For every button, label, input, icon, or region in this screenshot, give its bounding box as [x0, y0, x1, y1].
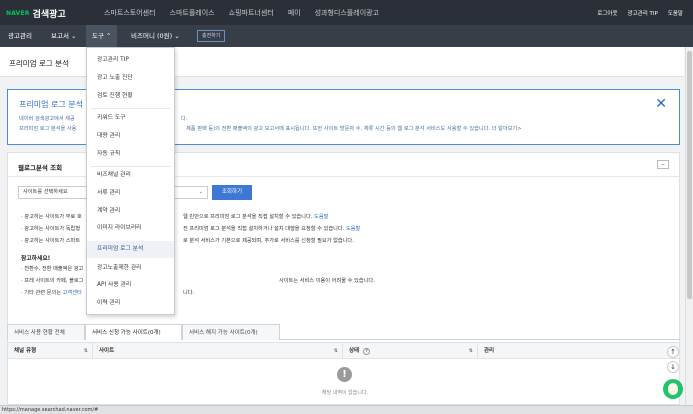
collapse-icon[interactable]: –: [657, 160, 669, 169]
guide-text-rest: 웹 빈만으로 프리미엄 로그 분석을 직접 설치할 수 있습니다. 도움말: [183, 213, 328, 220]
tab-all-usage[interactable]: 서비스 사용 현황 전체: [7, 324, 85, 340]
caution-text-b: 사이트는 서비스 이용이 어려울 수 있습니다.: [279, 278, 375, 284]
charge-button[interactable]: 충전하기: [197, 30, 226, 42]
page-title: 프리미엄 로그 분석: [9, 59, 69, 68]
service-tabs: 서비스 사용 현황 전체 서비스 신청 가능 사이트(0개) 서비스 해지 가능…: [7, 324, 680, 340]
chatbot-button[interactable]: [663, 379, 683, 399]
th-channel-type[interactable]: 채널 유형 ⇅: [8, 343, 93, 359]
site-select-value: 사이트를 선택하세요: [23, 189, 68, 195]
ad-tip-link[interactable]: 광고관리 TIP: [628, 9, 658, 17]
sort-icon[interactable]: ⇅: [84, 343, 88, 359]
menu-item-exposure-limit[interactable]: 광고노출제한 관리: [87, 260, 174, 277]
th-status[interactable]: 상태 ? ⇅: [343, 343, 478, 359]
top-right-links: 로그아웃 광고관리 TIP 도움말: [597, 9, 683, 17]
th-label: 상태: [349, 348, 360, 354]
top-nav: 스마트스토어센터 스마트플레이스 쇼핑파트너센터 페이 성과형디스플레이광고: [104, 8, 379, 18]
empty-message: 해당 내역이 없습니다.: [322, 390, 369, 396]
scrollbar-thumb[interactable]: [687, 51, 692, 299]
caution-line-3: · 기타 관련 문의는 고객센터 니다.: [21, 289, 194, 296]
topnav-shopping-partner[interactable]: 쇼핑파트너센터: [229, 8, 274, 18]
scroll-up-button[interactable]: ↑: [667, 346, 679, 358]
chatbot-avatar-icon: [668, 383, 678, 395]
th-label: 채널 유형: [14, 348, 37, 354]
notice-line-1: 네이버 검색광고에서 제공: [19, 116, 75, 122]
menu-item-api[interactable]: API 사용 관리: [87, 277, 174, 294]
nav-tools[interactable]: 도구 ⌃: [86, 25, 118, 47]
help-icon[interactable]: ?: [363, 348, 371, 355]
guide-text-rest: 전 프리미엄 로그 분석을 직접 설치하거나 설치 대행을 요청할 수 있습니다…: [183, 225, 360, 232]
chevron-down-icon: ⌄: [198, 189, 203, 195]
sort-icon[interactable]: ⇅: [334, 343, 338, 359]
warning-icon: !: [337, 367, 352, 382]
menu-item-keyword-tool[interactable]: 키워드 도구: [87, 110, 174, 127]
scroll-down-button[interactable]: ↓: [667, 361, 679, 373]
th-site[interactable]: 사이트 ⇅: [93, 343, 343, 359]
menu-item-premium-log[interactable]: 프리미엄 로그 분석: [87, 241, 174, 258]
menu-item-auto-rules[interactable]: 자동 규칙: [87, 146, 174, 163]
menu-item-exposure-diagnosis[interactable]: 광고 노출 진단: [87, 70, 174, 87]
caution-text: · 기타 관련 문의는: [21, 290, 63, 296]
brand-name: 검색광고: [32, 9, 66, 20]
caution-title: 참고하세요!: [21, 256, 51, 262]
notice-line-2-end: 제품 판매 등)의 전환 매출액의 광고 보고서에 표시됩니다. 또한 사이트 …: [186, 126, 522, 132]
guide-line-3: · 광고하는 사이트가 스마트 로 분석 서비스가 기본으로 제공되며, 추가로…: [21, 237, 354, 244]
status-url: https://manage.searchad.naver.com/#: [2, 407, 99, 413]
th-label: 사이트: [99, 348, 115, 354]
topnav-smartstore[interactable]: 스마트스토어센터: [104, 8, 156, 18]
tools-dropdown: 광고관리 TIP 광고 노출 진단 검토 진행 현황 키워드 도구 대량 관리 …: [86, 47, 175, 315]
nav-ad-management[interactable]: 광고관리: [2, 25, 38, 47]
close-icon[interactable]: ✕: [655, 97, 667, 111]
menu-divider: [91, 108, 170, 109]
sort-icon[interactable]: ⇅: [469, 343, 473, 359]
menu-item-bulk-management[interactable]: 대량 관리: [87, 128, 174, 145]
caution-text-b: 니다.: [183, 290, 195, 296]
guide-text: · 광고하는 사이트가 무료 호: [21, 214, 82, 220]
topnav-smartplace[interactable]: 스마트플레이스: [170, 8, 215, 18]
topnav-display-ads[interactable]: 성과형디스플레이광고: [315, 8, 379, 18]
notice-line-1-end: 다.: [181, 116, 188, 122]
top-bar: NAVER 검색광고 스마트스토어센터 스마트플레이스 쇼핑파트너센터 페이 성…: [0, 0, 693, 25]
help-link-2[interactable]: 도움말: [346, 226, 360, 232]
nav-bizmoney[interactable]: 비즈머니 (0원) ⌄: [125, 25, 186, 47]
caution-line-2: · 프레 사이트의 카페, 블로그 사이트는 서비스 이용이 어려울 수 있습니…: [21, 277, 375, 284]
tab-apply-available[interactable]: 서비스 신청 가능 사이트(0개): [85, 324, 182, 340]
menu-item-history[interactable]: 이력 관리: [87, 295, 174, 312]
browser-status-bar: https://manage.searchad.naver.com/#: [0, 405, 693, 414]
guide-text-b: 전 프리미엄 로그 분석을 직접 설치하거나 설치 대행을 요청할 수 있습니다…: [183, 226, 345, 232]
main-nav: 광고관리 보고서 ⌄ 도구 ⌃ 비즈머니 (0원) ⌄ 충전하기: [0, 25, 693, 47]
search-button[interactable]: 조회하기: [212, 185, 252, 200]
help-link-1[interactable]: 도움말: [314, 214, 328, 220]
service-table: 채널 유형 ⇅ 사이트 ⇅ 상태 ? ⇅ 관리 ! 해당 내역이 없습니다.: [7, 342, 680, 405]
th-manage: 관리: [478, 343, 679, 359]
caution-text: · 프레 사이트의 카페, 블로그: [21, 278, 84, 284]
topnav-pay[interactable]: 페이: [288, 8, 301, 18]
help-link[interactable]: 도움말: [668, 9, 683, 17]
nav-reports[interactable]: 보고서 ⌄: [45, 25, 82, 47]
menu-item-ad-tip[interactable]: 광고관리 TIP: [87, 52, 174, 69]
customer-center-link[interactable]: 고객센터: [63, 290, 82, 296]
menu-item-image-library[interactable]: 이미지 라이브러리: [87, 220, 174, 237]
brand-logo[interactable]: NAVER 검색광고: [6, 7, 66, 20]
logout-link[interactable]: 로그아웃: [597, 9, 617, 17]
page-scrollbar[interactable]: [685, 47, 693, 405]
caution-line-1: · 전환수, 전환 매출액은 광고: [21, 266, 84, 272]
guide-text-b: 웹 빈만으로 프리미엄 로그 분석을 직접 설치할 수 있습니다.: [183, 214, 313, 220]
panel-title: 웹로그분석 조회: [18, 164, 63, 172]
guide-text-b: 로 분석 서비스가 기본으로 제공되며, 추가로 서비스를 신청할 필요가 없습…: [183, 238, 354, 244]
guide-text: · 광고하는 사이트가 스마트: [21, 238, 81, 244]
guide-line-1: · 광고하는 사이트가 무료 호 웹 빈만으로 프리미엄 로그 분석을 직접 설…: [21, 213, 328, 220]
menu-item-documents[interactable]: 서류 관리: [87, 185, 174, 202]
menu-item-contracts[interactable]: 계약 관리: [87, 203, 174, 220]
menu-item-review-status[interactable]: 검토 진행 현황: [87, 88, 174, 105]
notice-title: 프리미엄 로그 분석: [19, 100, 83, 109]
th-label: 관리: [484, 348, 495, 354]
guide-line-2: · 광고하는 사이트가 독립형 전 프리미엄 로그 분석을 직접 설치하거나 설…: [21, 225, 360, 232]
naver-logo: NAVER: [6, 9, 30, 17]
menu-item-bizchannel[interactable]: 비즈채널 관리: [87, 167, 174, 184]
notice-line-2: 프리미엄 로그 분석을 사용: [19, 126, 77, 132]
tab-cancel-available[interactable]: 서비스 해지 가능 사이트(0개): [182, 324, 280, 340]
guide-text: · 광고하는 사이트가 독립형: [21, 226, 81, 232]
